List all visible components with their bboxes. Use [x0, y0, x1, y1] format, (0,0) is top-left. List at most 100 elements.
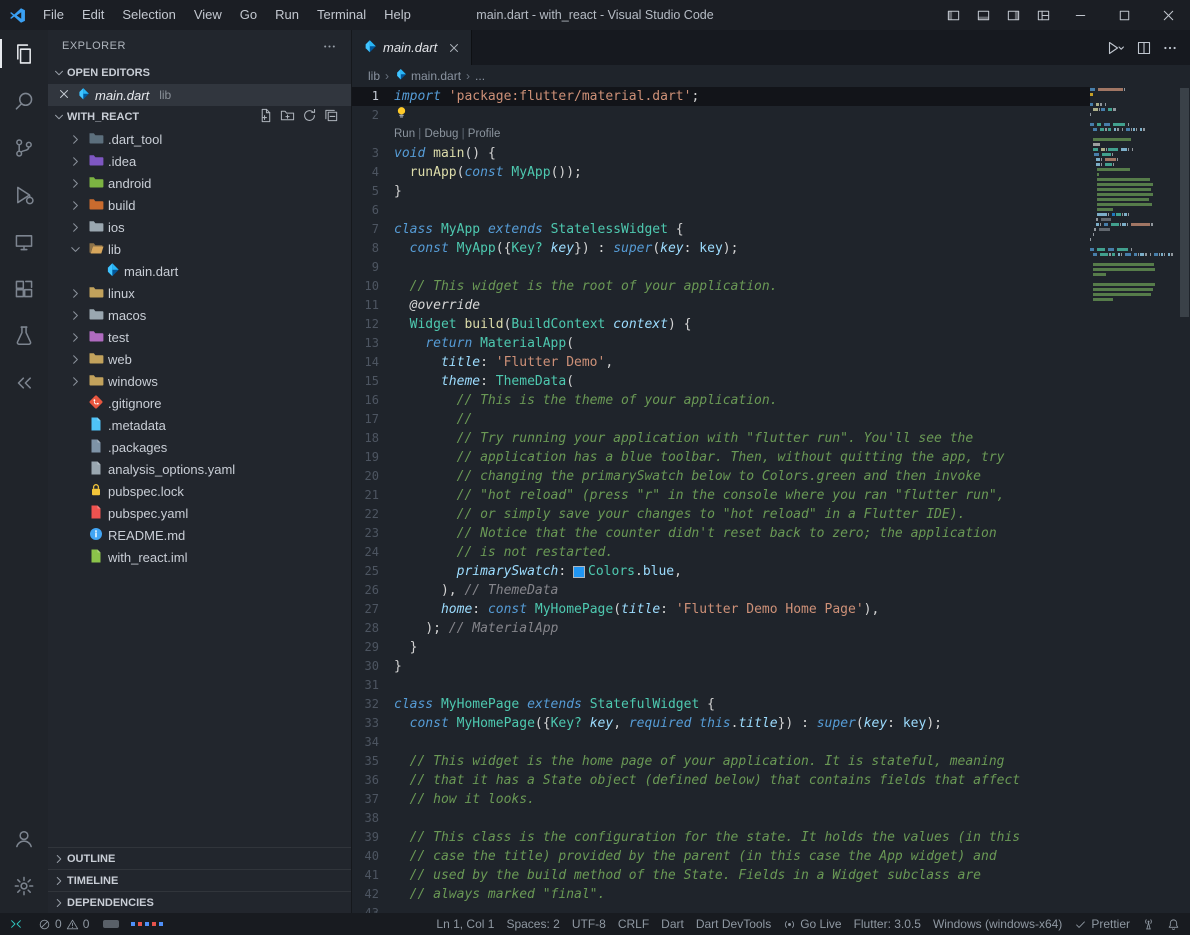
- tree-item-macos[interactable]: macos: [48, 304, 351, 326]
- status-flutter-version[interactable]: Flutter: 3.0.5: [848, 913, 927, 935]
- tree-item--packages[interactable]: .packages: [48, 436, 351, 458]
- code-line-35[interactable]: 35 // This widget is the home page of yo…: [352, 752, 1090, 771]
- code-line-12[interactable]: 12 Widget build(BuildContext context) {: [352, 315, 1090, 334]
- menu-help[interactable]: Help: [375, 0, 420, 30]
- section-timeline[interactable]: TIMELINE: [48, 869, 351, 891]
- menu-selection[interactable]: Selection: [113, 0, 184, 30]
- code-line-37[interactable]: 37 // how it looks.: [352, 790, 1090, 809]
- tree-item-web[interactable]: web: [48, 348, 351, 370]
- status-language-mode[interactable]: Dart: [655, 913, 690, 935]
- section-outline[interactable]: OUTLINE: [48, 847, 351, 869]
- code-line-4[interactable]: 4 runApp(const MyApp ());: [352, 163, 1090, 182]
- status-prettier[interactable]: Prettier: [1068, 913, 1136, 935]
- breadcrumb-more[interactable]: ...: [475, 69, 485, 83]
- section-dependencies[interactable]: DEPENDENCIES: [48, 891, 351, 913]
- close-button[interactable]: [1146, 0, 1190, 30]
- tree-item--idea[interactable]: .idea: [48, 150, 351, 172]
- code-line-13[interactable]: 13 return MaterialApp(: [352, 334, 1090, 353]
- tab-main-dart[interactable]: main.dart: [352, 30, 473, 65]
- code-line-9[interactable]: 9: [352, 258, 1090, 277]
- code-line-5[interactable]: 5}: [352, 182, 1090, 201]
- code-line-11[interactable]: 11 @override: [352, 296, 1090, 315]
- toggle-panel-button[interactable]: [968, 0, 998, 30]
- code-line-1[interactable]: 1 import 'package:flutter/material.dart';: [352, 87, 1090, 106]
- status-indentation[interactable]: Spaces: 2: [500, 913, 565, 935]
- code-line-20[interactable]: 20 // changing the primarySwatch below t…: [352, 467, 1090, 486]
- status-radio-tower[interactable]: [1136, 913, 1161, 935]
- code-line-24[interactable]: 24 // is not restarted.: [352, 543, 1090, 562]
- status-platform[interactable]: Windows (windows-x64): [927, 913, 1068, 935]
- project-header[interactable]: WITH_REACT: [48, 106, 351, 128]
- code-line-29[interactable]: 29 }: [352, 638, 1090, 657]
- code-line-19[interactable]: 19 // application has a blue toolbar. Th…: [352, 448, 1090, 467]
- tree-item-with-react-iml[interactable]: with_react.iml: [48, 546, 351, 568]
- code-line-36[interactable]: 36 // that it has a State object (define…: [352, 771, 1090, 790]
- code-line-39[interactable]: 39 // This class is the configuration fo…: [352, 828, 1090, 847]
- maximize-button[interactable]: [1102, 0, 1146, 30]
- code-line-7[interactable]: 7 class MyApp extends StatelessWidget {: [352, 220, 1090, 239]
- more-actions-icon[interactable]: [322, 39, 337, 54]
- codelens-run[interactable]: Run: [394, 125, 415, 144]
- code-line-32[interactable]: 32 class MyHomePage extends StatefulWidge…: [352, 695, 1090, 714]
- code-line-28[interactable]: 28 ); // MaterialApp: [352, 619, 1090, 638]
- tree-item-pubspec-lock[interactable]: pubspec.lock: [48, 480, 351, 502]
- customize-layout-button[interactable]: [1028, 0, 1058, 30]
- tree-item-test[interactable]: test: [48, 326, 351, 348]
- code-line-17[interactable]: 17 //: [352, 410, 1090, 429]
- code-line-14[interactable]: 14 title: 'Flutter Demo',: [352, 353, 1090, 372]
- open-editor-main.dart[interactable]: main.dart lib: [48, 84, 351, 106]
- code-line-27[interactable]: 27 home: const MyHomePage(title: 'Flutte…: [352, 600, 1090, 619]
- tree-item-pubspec-yaml[interactable]: pubspec.yaml: [48, 502, 351, 524]
- tree-item-android[interactable]: android: [48, 172, 351, 194]
- tree-item--dart-tool[interactable]: .dart_tool: [48, 128, 351, 150]
- code-line-23[interactable]: 23 // Notice that the counter didn't res…: [352, 524, 1090, 543]
- lightbulb-icon[interactable]: [394, 105, 409, 126]
- color-swatch[interactable]: [573, 565, 586, 578]
- code-line-42[interactable]: 42 // always marked "final".: [352, 885, 1090, 904]
- activity-search-icon[interactable]: [0, 77, 48, 124]
- menu-go[interactable]: Go: [231, 0, 266, 30]
- activity-remote-explorer-icon[interactable]: [0, 218, 48, 265]
- activity-references-icon[interactable]: [0, 359, 48, 406]
- open-editors-header[interactable]: OPEN EDITORS: [48, 62, 351, 84]
- code-line-30[interactable]: 30}: [352, 657, 1090, 676]
- tree-item-main-dart[interactable]: main.dart: [48, 260, 351, 282]
- code-line-22[interactable]: 22 // or simply save your changes to "ho…: [352, 505, 1090, 524]
- split-editor-icon[interactable]: [1136, 40, 1152, 56]
- tree-item--metadata[interactable]: .metadata: [48, 414, 351, 436]
- tree-item-readme-md[interactable]: README.md: [48, 524, 351, 546]
- refresh-explorer-icon[interactable]: [302, 108, 317, 126]
- activity-explorer-icon[interactable]: [0, 30, 48, 77]
- status-dart-devtools[interactable]: Dart DevTools: [690, 913, 777, 935]
- code-line-6[interactable]: 6: [352, 201, 1090, 220]
- close-editor-icon[interactable]: [57, 87, 71, 104]
- tree-item-linux[interactable]: linux: [48, 282, 351, 304]
- activity-settings-icon[interactable]: [0, 862, 48, 909]
- codelens-profile[interactable]: Profile: [468, 125, 501, 144]
- codelens-row[interactable]: Run | Debug | Profile: [352, 125, 1090, 144]
- code-line-26[interactable]: 26 ), // ThemeData: [352, 581, 1090, 600]
- menu-view[interactable]: View: [185, 0, 231, 30]
- toggle-secondary-sidebar-button[interactable]: [998, 0, 1028, 30]
- collapse-folders-icon[interactable]: [324, 108, 339, 126]
- tree-item-build[interactable]: build: [48, 194, 351, 216]
- code-line-3[interactable]: 3 void main() {: [352, 144, 1090, 163]
- code-line-41[interactable]: 41 // used by the build method of the St…: [352, 866, 1090, 885]
- new-file-icon[interactable]: [258, 108, 273, 126]
- code-line-15[interactable]: 15 theme: ThemeData(: [352, 372, 1090, 391]
- tree-item--gitignore[interactable]: .gitignore: [48, 392, 351, 414]
- activity-extensions-icon[interactable]: [0, 265, 48, 312]
- problems-indicator[interactable]: 00: [32, 913, 95, 935]
- code-line-43[interactable]: 43: [352, 904, 1090, 913]
- activity-source-control-icon[interactable]: [0, 124, 48, 171]
- activity-testing-icon[interactable]: [0, 312, 48, 359]
- run-icon[interactable]: [1106, 40, 1126, 56]
- status-cursor-position[interactable]: Ln 1, Col 1: [430, 913, 500, 935]
- minimap[interactable]: [1090, 87, 1178, 307]
- menu-terminal[interactable]: Terminal: [308, 0, 375, 30]
- status-eol[interactable]: CRLF: [612, 913, 655, 935]
- code-line-34[interactable]: 34: [352, 733, 1090, 752]
- scrollbar[interactable]: [1178, 87, 1190, 913]
- activity-account-icon[interactable]: [0, 815, 48, 862]
- scrollbar-thumb[interactable]: [1180, 88, 1189, 317]
